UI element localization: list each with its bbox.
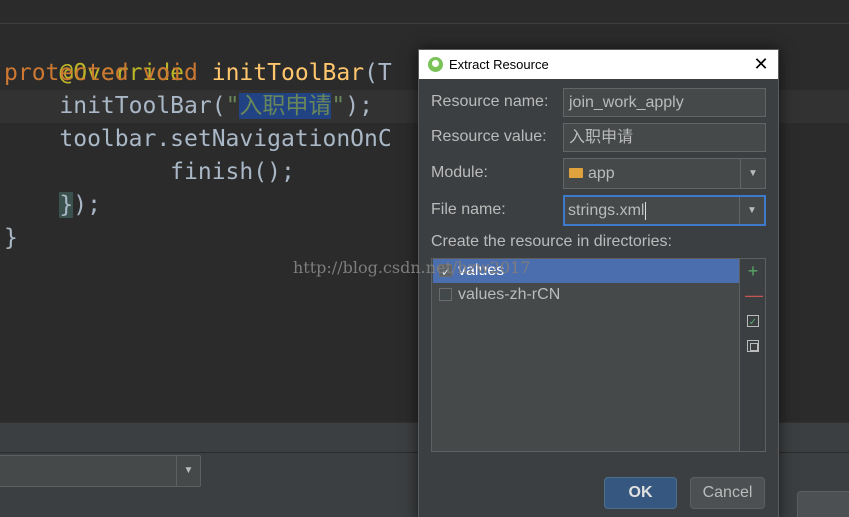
code-line-1: @Override	[4, 24, 184, 86]
ok-button[interactable]: OK	[604, 477, 677, 509]
chevron-down-icon: ▼	[176, 456, 200, 486]
chevron-down-icon[interactable]: ▼	[740, 159, 765, 188]
code-text: }	[4, 225, 18, 251]
close-icon[interactable]: ✕	[744, 50, 778, 79]
code-text: initToolBar(	[59, 93, 226, 119]
list-toolbar: + — ✓	[739, 259, 765, 451]
directories-label: Create the resource in directories:	[431, 233, 672, 250]
copy-icon[interactable]	[747, 340, 759, 352]
code-line-5: finish();	[4, 156, 295, 189]
code-line-7: }	[4, 222, 18, 255]
code-line-2: protected void initToolBar(T	[4, 57, 392, 90]
string-quote-close: "	[331, 93, 346, 119]
file-name-value: strings.xml	[568, 202, 645, 219]
extract-resource-dialog: Extract Resource ✕ Resource name: join_w…	[418, 49, 779, 517]
method-name: initToolBar	[211, 60, 365, 86]
code-text: toolbar.setNavigationOnC	[59, 126, 392, 152]
code-text: );	[345, 93, 373, 119]
list-item-label: values-zh-rCN	[458, 286, 561, 303]
file-name-label: File name:	[431, 201, 506, 218]
code-text: );	[73, 192, 101, 218]
remove-icon[interactable]: —	[745, 286, 763, 304]
code-line-4: toolbar.setNavigationOnC	[4, 123, 392, 156]
editor-tab-strip	[0, 0, 849, 24]
bottom-button[interactable]	[797, 491, 849, 517]
text-caret	[645, 201, 647, 220]
cancel-button[interactable]: Cancel	[690, 477, 765, 509]
select-all-icon[interactable]: ✓	[747, 315, 759, 328]
module-dropdown[interactable]: app ▼	[563, 158, 766, 189]
matched-brace: }	[59, 192, 74, 218]
module-folder-icon	[569, 168, 583, 178]
resource-name-field[interactable]: join_work_apply	[563, 88, 766, 117]
code-line-6: });	[4, 189, 101, 222]
dialog-title: Extract Resource	[449, 57, 549, 72]
resource-value-label: Resource value:	[431, 128, 547, 145]
selected-string-text[interactable]: 入职申请	[239, 93, 332, 119]
code-text: (T	[364, 60, 392, 86]
add-icon[interactable]: +	[745, 262, 761, 280]
code-text-finish: finish();	[170, 159, 295, 185]
keyword-void: void	[142, 60, 198, 86]
module-label: Module:	[431, 164, 488, 181]
resource-value-field[interactable]: 入职申请	[563, 123, 766, 152]
checkbox-values-zh-rcn[interactable]	[439, 288, 452, 301]
resource-name-label: Resource name:	[431, 93, 549, 110]
chevron-down-icon[interactable]: ▼	[739, 197, 764, 224]
directories-list: values values-zh-rCN + — ✓	[431, 258, 766, 452]
android-studio-icon	[428, 57, 443, 72]
watermark-text: http://blog.csdn.net/hzw2017	[293, 258, 531, 277]
keyword-protected: protected	[4, 60, 129, 86]
bottom-dropdown[interactable]: ▼	[0, 455, 201, 487]
directories-items[interactable]: values values-zh-rCN	[432, 259, 740, 451]
file-name-dropdown[interactable]: strings.xml ▼	[563, 195, 766, 226]
dialog-titlebar: Extract Resource ✕	[419, 50, 778, 79]
list-item[interactable]: values-zh-rCN	[433, 283, 739, 307]
module-value: app	[588, 165, 615, 182]
string-quote-open: "	[225, 93, 240, 119]
